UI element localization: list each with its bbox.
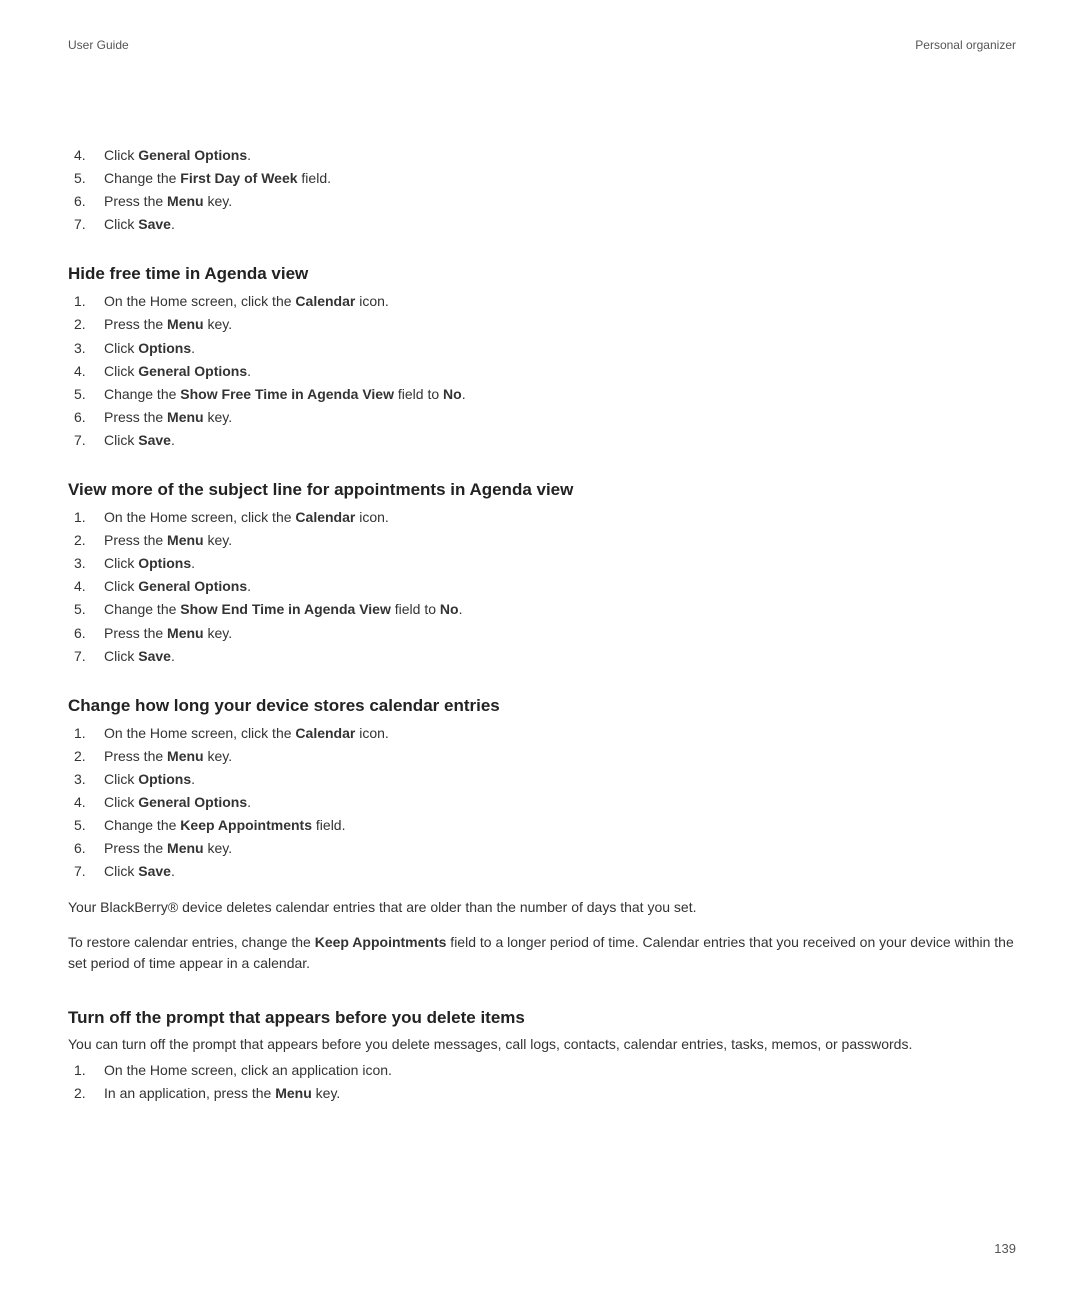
- step-item: Click Save.: [68, 213, 1016, 236]
- step-item: On the Home screen, click the Calendar i…: [68, 290, 1016, 313]
- step-item: Click Options.: [68, 552, 1016, 575]
- step-item: Press the Menu key.: [68, 837, 1016, 860]
- step-item: Click General Options.: [68, 791, 1016, 814]
- step-item: Press the Menu key.: [68, 313, 1016, 336]
- heading-hide-free-time: Hide free time in Agenda view: [68, 264, 1016, 284]
- step-item: Change the First Day of Week field.: [68, 167, 1016, 190]
- step-item: Click Options.: [68, 768, 1016, 791]
- step-item: Click Save.: [68, 860, 1016, 883]
- step-item: Press the Menu key.: [68, 529, 1016, 552]
- intro-turn-off-prompt: You can turn off the prompt that appears…: [68, 1034, 1016, 1055]
- heading-store-calendar: Change how long your device stores calen…: [68, 696, 1016, 716]
- step-item: On the Home screen, click the Calendar i…: [68, 506, 1016, 529]
- page-header: User Guide Personal organizer: [68, 38, 1016, 52]
- step-item: On the Home screen, click an application…: [68, 1059, 1016, 1082]
- step-item: Press the Menu key.: [68, 190, 1016, 213]
- step-item: On the Home screen, click the Calendar i…: [68, 722, 1016, 745]
- step-item: Press the Menu key.: [68, 745, 1016, 768]
- page-number: 139: [994, 1241, 1016, 1256]
- step-item: Click General Options.: [68, 575, 1016, 598]
- header-left: User Guide: [68, 38, 129, 52]
- step-item: In an application, press the Menu key.: [68, 1082, 1016, 1105]
- steps-list-hide-free-time: On the Home screen, click the Calendar i…: [68, 290, 1016, 452]
- heading-turn-off-prompt: Turn off the prompt that appears before …: [68, 1008, 1016, 1028]
- step-item: Change the Show Free Time in Agenda View…: [68, 383, 1016, 406]
- step-item: Click Options.: [68, 337, 1016, 360]
- document-page: User Guide Personal organizer Click Gene…: [0, 0, 1080, 1296]
- steps-list-view-subject: On the Home screen, click the Calendar i…: [68, 506, 1016, 668]
- step-item: Click Save.: [68, 429, 1016, 452]
- step-item: Click Save.: [68, 645, 1016, 668]
- paragraph-delete-older: Your BlackBerry® device deletes calendar…: [68, 897, 1016, 918]
- steps-list-store-calendar: On the Home screen, click the Calendar i…: [68, 722, 1016, 884]
- heading-view-subject-line: View more of the subject line for appoin…: [68, 480, 1016, 500]
- steps-list-turn-off-prompt: On the Home screen, click an application…: [68, 1059, 1016, 1105]
- header-right: Personal organizer: [915, 38, 1016, 52]
- step-item: Change the Keep Appointments field.: [68, 814, 1016, 837]
- step-item: Click General Options.: [68, 144, 1016, 167]
- step-item: Change the Show End Time in Agenda View …: [68, 598, 1016, 621]
- step-item: Press the Menu key.: [68, 406, 1016, 429]
- paragraph-restore-entries: To restore calendar entries, change the …: [68, 932, 1016, 974]
- step-item: Click General Options.: [68, 360, 1016, 383]
- steps-list-continued: Click General Options. Change the First …: [68, 144, 1016, 236]
- step-item: Press the Menu key.: [68, 622, 1016, 645]
